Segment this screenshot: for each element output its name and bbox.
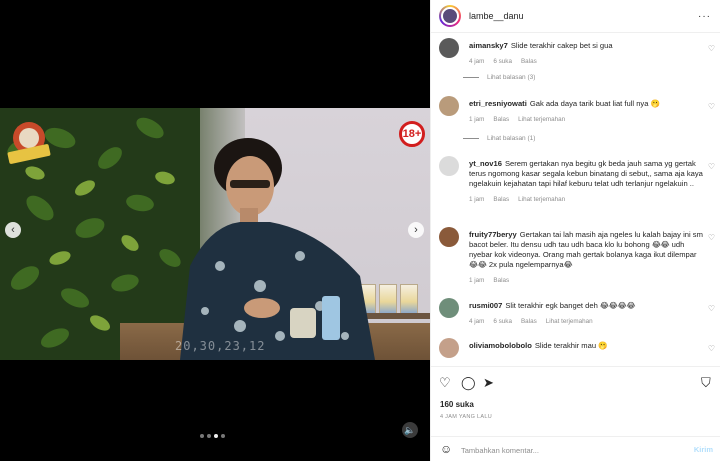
comment-time: 1 jam (469, 196, 485, 203)
view-replies-button[interactable]: Lihat balasan (3) (463, 74, 535, 81)
carousel-next-button[interactable]: › (408, 222, 424, 238)
comment-likes[interactable]: 6 suka (493, 317, 512, 327)
comment-input[interactable] (461, 443, 681, 457)
comment-like-heart-icon[interactable]: ♡ (708, 44, 715, 53)
mute-toggle-icon[interactable]: 🔈 (402, 422, 418, 438)
commenter-username[interactable]: etri_resniyowati (469, 99, 527, 108)
save-bookmark-icon[interactable]: ⛉ (701, 375, 711, 391)
author-avatar[interactable] (439, 5, 461, 27)
commenter-avatar[interactable] (439, 338, 459, 358)
comment-like-heart-icon[interactable]: ♡ (708, 102, 715, 111)
post-time: 4 JAM YANG LALU (440, 414, 492, 420)
commenter-username[interactable]: oliviamobolobolo (469, 341, 532, 350)
more-options-icon[interactable]: ··· (698, 11, 711, 22)
reply-button[interactable]: Balas (493, 115, 509, 125)
comment-like-heart-icon[interactable]: ♡ (708, 233, 715, 242)
video-frame[interactable]: 18+ 20,30,23,12 (0, 108, 430, 360)
see-translation-button[interactable]: Lihat terjemahan (546, 317, 593, 327)
carousel-dot (207, 434, 211, 438)
comment-text: Serem gertakan nya begitu gk beda jauh s… (469, 159, 703, 188)
carousel-dot-active (214, 434, 218, 438)
commenter-username[interactable]: rusmi007 (469, 301, 502, 310)
instagram-post-view: 18+ 20,30,23,12 ‹ › 🔈 lambe__danu ··· ai… (0, 0, 720, 461)
reply-button[interactable]: Balas (521, 57, 537, 67)
carousel-prev-button[interactable]: ‹ (5, 222, 21, 238)
author-username[interactable]: lambe__danu (469, 11, 524, 21)
comment-like-heart-icon[interactable]: ♡ (708, 344, 715, 353)
post-media-area: 18+ 20,30,23,12 ‹ › 🔈 (0, 0, 430, 461)
commenter-avatar[interactable] (439, 298, 459, 318)
commenter-avatar[interactable] (439, 96, 459, 116)
comment-text: Gak ada daya tarik buat liat full nya 🫢 (529, 99, 661, 108)
reply-button[interactable]: Balas (521, 317, 537, 327)
comment-text: Slide terakhir mau 🫢 (534, 341, 608, 350)
see-translation-button[interactable]: Lihat terjemahan (518, 195, 565, 205)
emoji-smiley-icon[interactable]: ☺ (440, 442, 452, 456)
commenter-username[interactable]: aimansky7 (469, 41, 508, 50)
reply-button[interactable]: Balas (493, 276, 509, 286)
like-count[interactable]: 160 suka (440, 400, 474, 409)
see-translation-button[interactable]: Lihat terjemahan (518, 115, 565, 125)
carousel-dot (221, 434, 225, 438)
commenter-username[interactable]: fruity77beryy (469, 230, 517, 239)
man-in-hawaiian-shirt-image (180, 138, 375, 360)
comment-time: 1 jam (469, 277, 485, 284)
comment-likes[interactable]: 6 suka (493, 57, 512, 67)
post-header: lambe__danu ··· (431, 0, 720, 33)
post-comment-button[interactable]: Kirim (694, 445, 713, 454)
comment-text: Slide terakhir cakep bet si gua (510, 41, 613, 50)
comment-like-heart-icon[interactable]: ♡ (708, 162, 715, 171)
comments-panel: lambe__danu ··· aimansky7 Slide terakhir … (430, 0, 720, 461)
comment-time: 4 jam (469, 318, 485, 325)
commenter-avatar[interactable] (439, 38, 459, 58)
comment-text: Slit terakhir egk banget deh 😂😂😂😂 (505, 301, 636, 310)
reply-button[interactable]: Balas (493, 195, 509, 205)
comment-time: 1 jam (469, 116, 485, 123)
comment-list: aimansky7 Slide terakhir cakep bet si gua… (431, 34, 720, 366)
carousel-dots (200, 434, 225, 438)
view-replies-button[interactable]: Lihat balasan (1) (463, 135, 535, 142)
like-heart-icon[interactable]: ♡ (439, 375, 451, 391)
comment-like-heart-icon[interactable]: ♡ (708, 304, 715, 313)
post-actions: ♡ ◯ ➤ ⛉ 160 suka 4 JAM YANG LALU ☺ Kirim (431, 366, 720, 461)
commenter-avatar[interactable] (439, 227, 459, 247)
commenter-username[interactable]: yt_nov16 (469, 159, 502, 168)
commenter-avatar[interactable] (439, 156, 459, 176)
comment-bubble-icon[interactable]: ◯ (461, 375, 476, 391)
share-send-icon[interactable]: ➤ (483, 375, 494, 391)
comment-time: 4 jam (469, 58, 485, 65)
show-logo (7, 122, 51, 164)
add-comment-bar: ☺ Kirim (431, 436, 720, 461)
video-timestamp-overlay: 20,30,23,12 (175, 339, 266, 353)
age-rating-badge: 18+ (399, 121, 425, 147)
carousel-dot (200, 434, 204, 438)
